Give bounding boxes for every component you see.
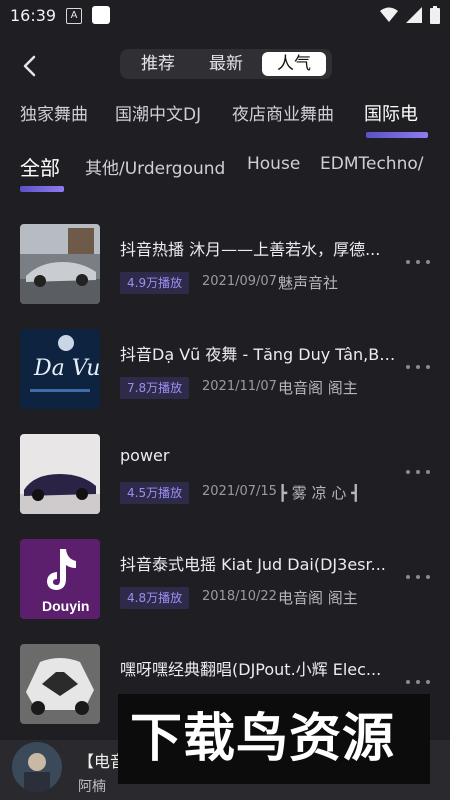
segment-latest[interactable]: 最新	[194, 52, 258, 76]
tab-nightclub-dance[interactable]: 夜店商业舞曲	[232, 100, 334, 125]
track-row[interactable]: 抖音热播 沐月——上善若水，厚德... 4.9万播放 2021/09/07 魅声…	[0, 210, 450, 314]
track-title: power	[120, 446, 170, 465]
track-row[interactable]: power 4.5万播放 2021/07/15 ┣ 雾 凉 心 ┫	[0, 420, 450, 524]
track-author: ┣ 雾 凉 心 ┫	[278, 484, 361, 502]
play-count-badge: 4.8万播放	[120, 587, 190, 609]
category-tabs: 独家舞曲 国潮中文DJ 夜店商业舞曲 国际电	[0, 100, 450, 146]
more-options-icon[interactable]	[404, 678, 432, 686]
svg-text:Douyin: Douyin	[42, 598, 89, 614]
top-bar: 推荐 最新 人气	[0, 46, 450, 86]
track-title: 抖音热播 沐月——上善若水，厚德...	[120, 240, 381, 259]
track-author: 电音阁 阁主	[278, 589, 358, 607]
battery-icon	[430, 6, 440, 24]
status-time: 16:39	[10, 6, 57, 25]
subtab-indicator	[20, 186, 64, 192]
signal-icon	[406, 7, 422, 23]
player-cover-art	[12, 742, 62, 792]
play-count-badge: 7.8万播放	[120, 377, 190, 399]
track-title: 嘿呀嘿经典翻唱(DJPout.小辉 Elec...	[120, 660, 382, 679]
tab-guochao-dj[interactable]: 国潮中文DJ	[115, 100, 201, 125]
subtab-house[interactable]: House	[247, 154, 300, 174]
play-count-badge: 4.5万播放	[120, 482, 190, 504]
more-options-icon[interactable]	[404, 363, 432, 371]
more-options-icon[interactable]	[404, 573, 432, 581]
purple-car-thumbnail	[20, 434, 100, 514]
track-row[interactable]: Douyin 抖音泰式电摇 Kiat Jud Dai(DJ3esr... 4.8…	[0, 525, 450, 629]
app-notification-icon: A	[66, 8, 82, 24]
segment-recommend[interactable]: 推荐	[126, 52, 190, 76]
sports-car-thumbnail	[20, 224, 100, 304]
track-author: 电音阁 阁主	[278, 379, 358, 397]
subtab-all[interactable]: 全部	[20, 152, 60, 181]
subtab-other-underground[interactable]: 其他/Urdergound	[85, 154, 225, 179]
white-car-thumbnail	[20, 644, 100, 724]
tab-international[interactable]: 国际电	[364, 100, 418, 126]
svg-text:Da Vu: Da Vu	[33, 356, 100, 381]
back-arrow-icon[interactable]	[16, 52, 44, 80]
tab-exclusive-dance[interactable]: 独家舞曲	[20, 100, 88, 125]
track-author: 魅声音社	[278, 274, 339, 292]
more-options-icon[interactable]	[404, 468, 432, 476]
player-artist: 阿楠	[78, 779, 106, 795]
more-options-icon[interactable]	[404, 258, 432, 266]
douyin-logo-thumbnail: Douyin	[20, 539, 100, 619]
watermark-text: 下载鸟资源	[130, 709, 396, 769]
sort-segmented-control: 推荐 最新 人气	[120, 49, 332, 79]
sub-tabs: 全部 其他/Urdergound House EDMTechno/	[0, 152, 450, 198]
da-vu-album-thumbnail: Da Vu	[20, 329, 100, 409]
notification-square-icon	[92, 6, 110, 24]
system-icons	[380, 6, 440, 24]
track-date: 2021/11/07	[202, 379, 277, 394]
track-row[interactable]: Da Vu 抖音Dạ Vũ 夜舞 - Tăng Duy Tân,BA... 7.…	[0, 315, 450, 419]
category-tab-indicator	[366, 132, 428, 138]
wifi-icon	[380, 7, 398, 22]
status-bar: 16:39 A	[0, 0, 450, 32]
track-date: 2018/10/22	[202, 589, 277, 604]
track-title: 抖音Dạ Vũ 夜舞 - Tăng Duy Tân,BA...	[120, 345, 400, 364]
play-count-badge: 4.9万播放	[120, 272, 190, 294]
segment-popular[interactable]: 人气	[262, 52, 326, 76]
subtab-edm-techno[interactable]: EDMTechno/	[320, 154, 423, 174]
track-title: 抖音泰式电摇 Kiat Jud Dai(DJ3esr...	[120, 555, 386, 574]
track-date: 2021/09/07	[202, 274, 277, 289]
track-date: 2021/07/15	[202, 484, 277, 499]
watermark-banner: 下载鸟资源	[118, 694, 430, 784]
